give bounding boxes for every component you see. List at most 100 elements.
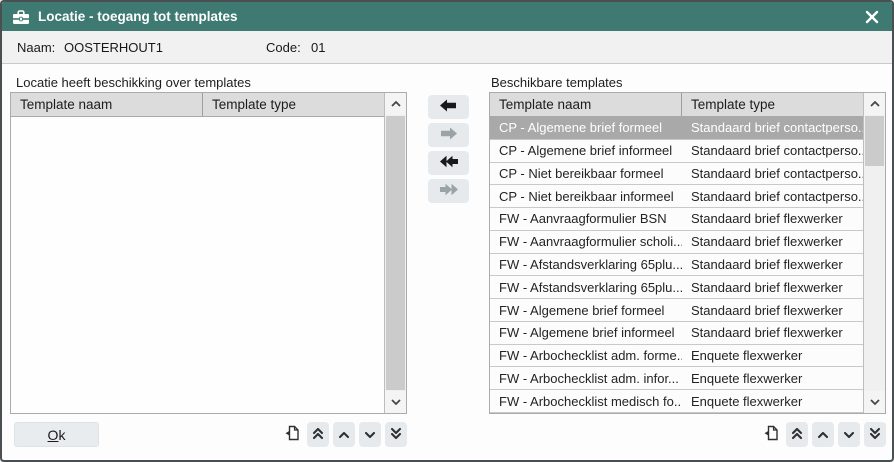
table-header: Template naam Template type	[490, 93, 863, 117]
template-type-cell: Standaard brief flexwerker	[682, 257, 863, 272]
double-arrow-right-icon	[440, 183, 458, 199]
move-left-button[interactable]	[428, 95, 469, 119]
table-row[interactable]: CP - Algemene brief informeel Standaard …	[490, 140, 863, 163]
table-header: Template naam Template type	[11, 93, 384, 117]
table-row[interactable]: FW - Algemene brief formeel Standaard br…	[490, 299, 863, 322]
scrollbar-thumb[interactable]	[865, 116, 884, 166]
chevron-up-icon	[817, 427, 829, 442]
right-table-scrollbar[interactable]	[863, 93, 885, 413]
table-row[interactable]: FW - Arbochecklist adm. infor... Enquete…	[490, 367, 863, 390]
template-naam-cell: FW - Aanvraagformulier scholi...	[490, 234, 682, 249]
table-row[interactable]: FW - Arbochecklist adm. forme... Enquete…	[490, 345, 863, 368]
next-record-button[interactable]	[838, 422, 860, 447]
table-row[interactable]: FW - Aanvraagformulier scholi... Standaa…	[490, 231, 863, 254]
first-record-button[interactable]	[786, 422, 808, 447]
template-type-cell: Standaard brief contactperso...	[682, 143, 863, 158]
next-record-button[interactable]	[359, 422, 381, 447]
column-header-template-naam[interactable]: Template naam	[490, 93, 682, 116]
template-naam-cell: CP - Algemene brief informeel	[490, 143, 682, 158]
naam-label: Naam:	[17, 40, 55, 55]
first-record-button[interactable]	[307, 422, 329, 447]
left-table-scrollbar[interactable]	[384, 93, 406, 413]
template-type-cell: Standaard brief contactperso...	[682, 189, 863, 204]
arrow-right-icon	[440, 127, 457, 143]
code-value: 01	[311, 40, 325, 55]
chevron-up-icon	[338, 427, 350, 442]
info-bar: Naam: OOSTERHOUT1 Code: 01	[2, 31, 892, 64]
template-naam-cell: FW - Afstandsverklaring 65plu...	[490, 280, 682, 295]
available-templates-list: CP - Algemene brief formeel Standaard br…	[490, 117, 863, 413]
chevron-down-icon	[364, 427, 376, 442]
move-all-right-button[interactable]	[428, 179, 469, 203]
goto-record-button[interactable]	[760, 422, 782, 447]
scroll-down-icon[interactable]	[385, 391, 406, 413]
move-right-button[interactable]	[428, 123, 469, 147]
template-type-cell: Standaard brief flexwerker	[682, 325, 863, 340]
template-naam-cell: FW - Algemene brief informeel	[490, 325, 682, 340]
chevron-down-icon	[843, 427, 855, 442]
template-type-cell: Standaard brief flexwerker	[682, 211, 863, 226]
table-row[interactable]: FW - Arbochecklist medisch fo... Enquete…	[490, 390, 863, 413]
double-chevron-up-icon	[312, 427, 324, 443]
previous-record-button[interactable]	[333, 422, 355, 447]
table-row[interactable]: FW - Afstandsverklaring 65plu... Standaa…	[490, 276, 863, 299]
template-naam-cell: FW - Arbochecklist adm. forme...	[490, 348, 682, 363]
window-title: Locatie - toegang tot templates	[38, 9, 238, 24]
location-templates-list	[11, 117, 384, 413]
last-record-button[interactable]	[385, 422, 407, 447]
template-naam-cell: FW - Afstandsverklaring 65plu...	[490, 257, 682, 272]
table-row[interactable]: CP - Niet bereikbaar informeel Standaard…	[490, 185, 863, 208]
scroll-down-icon[interactable]	[864, 391, 885, 413]
template-type-cell: Standaard brief contactperso...	[682, 120, 863, 135]
left-record-nav	[281, 422, 407, 447]
double-chevron-down-icon	[390, 427, 402, 443]
right-panel-title: Beschikbare templates	[491, 75, 623, 90]
document-arrow-icon	[285, 425, 300, 444]
table-row[interactable]: FW - Afstandsverklaring 65plu... Standaa…	[490, 254, 863, 277]
dialog-locatie-templates: Locatie - toegang tot templates Naam: OO…	[0, 0, 894, 462]
code-label: Code:	[266, 40, 301, 55]
template-naam-cell: CP - Niet bereikbaar formeel	[490, 166, 682, 181]
naam-value: OOSTERHOUT1	[64, 40, 163, 55]
template-type-cell: Standaard brief flexwerker	[682, 280, 863, 295]
table-row[interactable]: CP - Niet bereikbaar formeel Standaard b…	[490, 163, 863, 186]
table-row[interactable]: CP - Algemene brief formeel Standaard br…	[490, 117, 863, 140]
double-chevron-down-icon	[869, 427, 881, 443]
template-type-cell: Enquete flexwerker	[682, 371, 863, 386]
arrow-left-icon	[440, 99, 457, 115]
template-type-cell: Standaard brief flexwerker	[682, 303, 863, 318]
template-naam-cell: FW - Algemene brief formeel	[490, 303, 682, 318]
last-record-button[interactable]	[864, 422, 886, 447]
briefcase-icon	[12, 9, 30, 25]
scroll-up-icon[interactable]	[864, 93, 885, 115]
table-row[interactable]: FW - Aanvraagformulier BSN Standaard bri…	[490, 208, 863, 231]
previous-record-button[interactable]	[812, 422, 834, 447]
column-header-template-naam[interactable]: Template naam	[11, 93, 203, 116]
ok-button[interactable]: Ok	[14, 422, 99, 447]
left-panel-title: Locatie heeft beschikking over templates	[16, 75, 251, 90]
template-type-cell: Enquete flexwerker	[682, 394, 863, 409]
location-templates-table: Template naam Template type	[10, 92, 407, 414]
table-row[interactable]: FW - Algemene brief informeel Standaard …	[490, 322, 863, 345]
scrollbar-thumb[interactable]	[386, 116, 405, 390]
template-naam-cell: CP - Niet bereikbaar informeel	[490, 189, 682, 204]
template-naam-cell: FW - Arbochecklist medisch fo...	[490, 394, 682, 409]
scroll-up-icon[interactable]	[385, 93, 406, 115]
column-header-template-type[interactable]: Template type	[203, 97, 384, 112]
template-type-cell: Enquete flexwerker	[682, 348, 863, 363]
goto-record-button[interactable]	[281, 422, 303, 447]
close-icon[interactable]	[862, 7, 882, 27]
titlebar: Locatie - toegang tot templates	[2, 2, 892, 31]
template-type-cell: Standaard brief contactperso...	[682, 166, 863, 181]
move-all-left-button[interactable]	[428, 151, 469, 175]
template-naam-cell: FW - Aanvraagformulier BSN	[490, 211, 682, 226]
template-naam-cell: FW - Arbochecklist adm. infor...	[490, 371, 682, 386]
column-header-template-type[interactable]: Template type	[682, 97, 863, 112]
right-record-nav	[760, 422, 886, 447]
template-naam-cell: CP - Algemene brief formeel	[490, 120, 682, 135]
available-templates-table: Template naam Template type CP - Algemen…	[489, 92, 886, 414]
double-chevron-up-icon	[791, 427, 803, 443]
document-arrow-icon	[764, 425, 779, 444]
template-type-cell: Standaard brief flexwerker	[682, 234, 863, 249]
double-arrow-left-icon	[440, 155, 458, 171]
